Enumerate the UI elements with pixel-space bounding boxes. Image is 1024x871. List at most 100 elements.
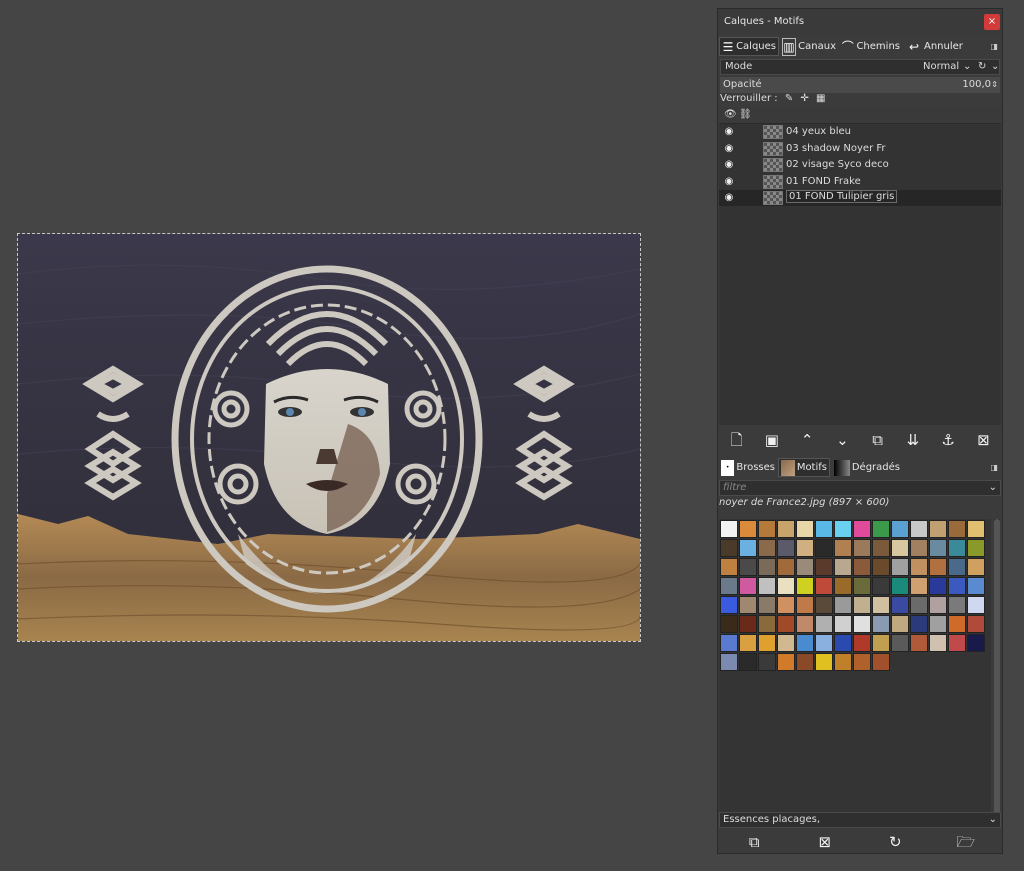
pattern-swatch[interactable] — [758, 539, 776, 557]
pattern-swatch[interactable] — [872, 558, 890, 576]
opacity-value[interactable]: 100,0 — [962, 78, 991, 92]
pattern-swatch[interactable] — [853, 634, 871, 652]
pattern-swatch[interactable] — [929, 520, 947, 538]
pattern-swatch[interactable] — [758, 634, 776, 652]
pattern-swatch[interactable] — [815, 539, 833, 557]
pattern-swatch[interactable] — [796, 558, 814, 576]
tab-menu-icon[interactable]: ◨ — [990, 463, 998, 472]
pattern-swatch[interactable] — [758, 558, 776, 576]
pattern-swatch[interactable] — [891, 596, 909, 614]
pattern-swatch[interactable] — [948, 520, 966, 538]
pattern-swatch[interactable] — [758, 653, 776, 671]
pattern-swatch[interactable] — [929, 558, 947, 576]
pattern-swatch[interactable] — [796, 539, 814, 557]
pattern-swatch[interactable] — [929, 596, 947, 614]
pattern-swatch[interactable] — [777, 615, 795, 633]
eye-icon[interactable]: ◉ — [723, 159, 735, 171]
pattern-swatch[interactable] — [891, 520, 909, 538]
pattern-swatch[interactable] — [872, 596, 890, 614]
tab-brosses[interactable]: • Brosses — [719, 458, 777, 477]
pattern-swatch[interactable] — [910, 520, 928, 538]
layer-row[interactable]: ◉ 03 shadow Noyer Fr — [719, 141, 1001, 157]
pattern-swatch[interactable] — [739, 577, 757, 595]
pattern-swatch[interactable] — [910, 634, 928, 652]
chevron-down-icon[interactable]: ⌄ — [991, 60, 999, 74]
pattern-swatch[interactable] — [777, 520, 795, 538]
chevron-down-icon[interactable]: ⌄ — [989, 481, 997, 495]
pattern-swatch[interactable] — [834, 520, 852, 538]
pattern-swatch[interactable] — [796, 653, 814, 671]
eye-icon[interactable]: ◉ — [723, 143, 735, 155]
pattern-swatch[interactable] — [910, 558, 928, 576]
pattern-swatch[interactable] — [834, 539, 852, 557]
pattern-swatch[interactable] — [929, 539, 947, 557]
pattern-swatch[interactable] — [796, 634, 814, 652]
pattern-swatch[interactable] — [948, 577, 966, 595]
tab-degrades[interactable]: Dégradés — [832, 458, 902, 477]
tab-motifs[interactable]: Motifs — [778, 458, 830, 477]
pattern-swatch[interactable] — [834, 634, 852, 652]
opacity-slider[interactable]: Opacité 100,0 ⇕ — [720, 77, 1000, 93]
pattern-swatch[interactable] — [796, 577, 814, 595]
mode-select[interactable]: Normal — [923, 60, 959, 74]
lock-pixels-icon[interactable]: ✎ — [785, 93, 793, 104]
tab-canaux[interactable]: ▥ Canaux — [780, 37, 838, 56]
duplicate-layer-icon[interactable]: ⧉ — [868, 430, 888, 450]
pattern-swatch[interactable] — [834, 596, 852, 614]
pattern-swatch[interactable] — [967, 577, 985, 595]
pattern-swatch[interactable] — [910, 596, 928, 614]
pattern-swatch[interactable] — [720, 539, 738, 557]
pattern-swatch[interactable] — [815, 596, 833, 614]
layer-row[interactable]: ◉ 01 FOND Frake — [719, 174, 1001, 190]
pattern-swatch[interactable] — [777, 634, 795, 652]
pattern-swatch[interactable] — [796, 596, 814, 614]
pattern-swatch[interactable] — [758, 577, 776, 595]
pattern-swatch[interactable] — [815, 615, 833, 633]
pattern-swatch[interactable] — [948, 596, 966, 614]
tab-annuler[interactable]: ↩ Annuler — [904, 37, 966, 56]
pattern-swatch[interactable] — [834, 615, 852, 633]
pattern-swatch[interactable] — [739, 615, 757, 633]
pattern-swatch[interactable] — [739, 596, 757, 614]
pattern-swatch[interactable] — [834, 653, 852, 671]
pattern-swatch[interactable] — [891, 539, 909, 557]
pattern-swatch[interactable] — [758, 615, 776, 633]
pattern-swatch[interactable] — [777, 558, 795, 576]
pattern-swatch[interactable] — [929, 634, 947, 652]
pattern-swatch[interactable] — [739, 653, 757, 671]
pattern-swatch[interactable] — [815, 558, 833, 576]
pattern-swatch[interactable] — [815, 634, 833, 652]
pattern-swatch[interactable] — [834, 558, 852, 576]
pattern-swatch[interactable] — [720, 577, 738, 595]
new-layer-icon[interactable]: 🗋 — [727, 430, 747, 450]
pattern-swatch[interactable] — [777, 653, 795, 671]
pattern-swatch[interactable] — [910, 615, 928, 633]
pattern-swatch[interactable] — [720, 615, 738, 633]
pattern-swatch[interactable] — [872, 615, 890, 633]
pattern-swatch[interactable] — [815, 653, 833, 671]
pattern-swatch[interactable] — [948, 615, 966, 633]
eye-icon[interactable]: ◉ — [723, 126, 735, 138]
layer-name[interactable]: 03 shadow Noyer Fr — [786, 143, 886, 154]
tag-input[interactable]: Essences placages, ⌄ — [719, 812, 1001, 828]
delete-layer-icon[interactable]: ⊠ — [973, 430, 993, 450]
pattern-swatch[interactable] — [910, 577, 928, 595]
pattern-swatch[interactable] — [948, 539, 966, 557]
pattern-swatch[interactable] — [967, 539, 985, 557]
close-button[interactable]: × — [984, 14, 1000, 30]
pattern-swatch[interactable] — [796, 615, 814, 633]
raise-layer-icon[interactable]: ⌃ — [797, 430, 817, 450]
pattern-swatch[interactable] — [815, 577, 833, 595]
pattern-swatch[interactable] — [758, 520, 776, 538]
pattern-swatch[interactable] — [967, 615, 985, 633]
layer-row[interactable]: ◉ 02 visage Syco deco — [719, 157, 1001, 173]
pattern-swatch[interactable] — [796, 520, 814, 538]
pattern-swatch[interactable] — [777, 539, 795, 557]
pattern-swatch[interactable] — [872, 577, 890, 595]
pattern-swatch[interactable] — [872, 539, 890, 557]
tab-calques[interactable]: ☰ Calques — [719, 37, 779, 56]
pattern-swatch[interactable] — [967, 558, 985, 576]
tab-chemins[interactable]: ⌒ Chemins — [839, 37, 902, 56]
pattern-swatch[interactable] — [967, 520, 985, 538]
new-group-icon[interactable]: ▣ — [762, 430, 782, 450]
